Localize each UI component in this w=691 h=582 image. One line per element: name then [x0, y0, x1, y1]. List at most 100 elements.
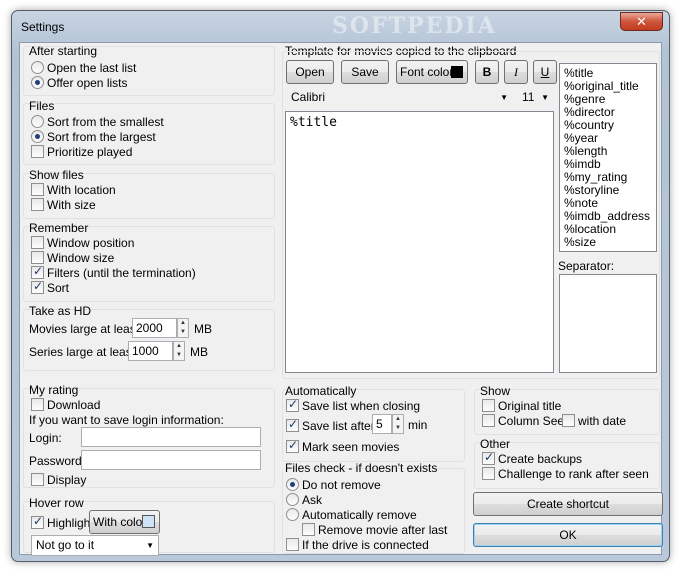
- with-location-option[interactable]: With location: [31, 182, 116, 197]
- open-last-list-option[interactable]: Open the last list: [31, 60, 136, 75]
- prioritize-played-option[interactable]: Prioritize played: [31, 144, 132, 159]
- sort-checkbox[interactable]: [31, 279, 44, 294]
- after-starting-title: After starting: [29, 44, 98, 58]
- save-after-spinner[interactable]: ▲ ▼: [392, 414, 404, 434]
- column-seen-checkbox[interactable]: [482, 414, 495, 427]
- spinner-up-icon[interactable]: ▲: [395, 416, 401, 422]
- sort-smallest-option[interactable]: Sort from the smallest: [31, 114, 164, 129]
- spinner-up-icon[interactable]: ▲: [180, 320, 186, 326]
- save-template-button[interactable]: Save: [341, 60, 389, 84]
- download-option[interactable]: Download: [31, 397, 100, 412]
- ask-radio[interactable]: [286, 493, 299, 506]
- with-date-option[interactable]: with date: [562, 413, 626, 428]
- font-name-select[interactable]: Calibri ▼: [286, 87, 513, 108]
- take-as-hd-title: Take as HD: [29, 304, 92, 318]
- spinner-up-icon[interactable]: ▲: [176, 343, 182, 349]
- close-button[interactable]: ✕: [620, 12, 663, 31]
- window-size-option[interactable]: Window size: [31, 250, 114, 265]
- highlight-label: Highlight: [47, 515, 94, 530]
- sort-option[interactable]: Sort: [31, 279, 69, 295]
- series-size-input[interactable]: 1000: [128, 341, 173, 361]
- filters-checkbox[interactable]: [31, 264, 44, 279]
- separator-input[interactable]: [559, 274, 657, 373]
- mark-seen-option[interactable]: Mark seen movies: [286, 438, 399, 454]
- chevron-down-icon: ▼: [541, 93, 549, 102]
- display-label: Display: [47, 472, 87, 487]
- save-after-input[interactable]: 5: [372, 414, 392, 434]
- bold-button[interactable]: B: [475, 60, 499, 84]
- title-bar[interactable]: Settings SOFTPEDIA ✕: [12, 11, 669, 41]
- save-after-option[interactable]: Save list after: [286, 417, 375, 433]
- auto-remove-option[interactable]: Automatically remove: [286, 507, 417, 522]
- with-date-checkbox[interactable]: [562, 414, 575, 427]
- spinner-down-icon[interactable]: ▼: [395, 425, 401, 431]
- do-not-remove-option[interactable]: Do not remove: [286, 477, 381, 492]
- tag-list-item[interactable]: %size: [560, 236, 656, 249]
- spinner-down-icon[interactable]: ▼: [176, 352, 182, 358]
- mark-seen-checkbox[interactable]: [286, 438, 299, 453]
- do-not-remove-radio[interactable]: [286, 478, 299, 491]
- sort-largest-option[interactable]: Sort from the largest: [31, 129, 156, 144]
- window-position-checkbox[interactable]: [31, 236, 44, 249]
- series-size-spinner[interactable]: ▲ ▼: [173, 341, 185, 361]
- remove-after-last-option[interactable]: Remove movie after last: [302, 522, 447, 537]
- auto-remove-radio[interactable]: [286, 508, 299, 521]
- display-checkbox[interactable]: [31, 473, 44, 486]
- movies-size-spinner[interactable]: ▲ ▼: [177, 318, 189, 338]
- sort-largest-radio[interactable]: [31, 130, 44, 143]
- create-backups-checkbox[interactable]: [482, 450, 495, 465]
- challenge-checkbox[interactable]: [482, 467, 495, 480]
- open-template-button[interactable]: Open: [286, 60, 334, 84]
- original-title-option[interactable]: Original title: [482, 398, 561, 413]
- open-last-list-radio[interactable]: [31, 61, 44, 74]
- password-input[interactable]: [81, 450, 261, 470]
- show-files-title: Show files: [29, 168, 84, 182]
- highlight-option[interactable]: Highlight: [31, 514, 94, 530]
- remove-after-last-checkbox[interactable]: [302, 523, 315, 536]
- download-checkbox[interactable]: [31, 398, 44, 411]
- template-editor[interactable]: %title: [285, 111, 554, 373]
- ask-label: Ask: [302, 492, 323, 507]
- filters-option[interactable]: Filters (until the termination): [31, 264, 196, 280]
- font-size-select[interactable]: 11 ▼: [517, 87, 554, 108]
- login-label: Login:: [29, 431, 62, 445]
- offer-open-lists-option[interactable]: Offer open lists: [31, 75, 127, 90]
- underline-button[interactable]: U: [533, 60, 557, 84]
- hover-action-select[interactable]: Not go to it ▼: [31, 535, 159, 556]
- close-icon: ✕: [636, 14, 647, 29]
- template-content: %title: [290, 115, 337, 130]
- with-size-option[interactable]: With size: [31, 197, 96, 212]
- with-size-checkbox[interactable]: [31, 198, 44, 211]
- prioritize-played-checkbox[interactable]: [31, 145, 44, 158]
- login-input[interactable]: [81, 427, 261, 447]
- with-location-checkbox[interactable]: [31, 183, 44, 196]
- tag-list[interactable]: %title %original_title %genre %director %cou…: [559, 63, 657, 252]
- save-on-close-option[interactable]: Save list when closing: [286, 397, 420, 413]
- save-after-checkbox[interactable]: [286, 417, 299, 432]
- original-title-checkbox[interactable]: [482, 399, 495, 412]
- display-option[interactable]: Display: [31, 472, 86, 487]
- create-backups-option[interactable]: Create backups: [482, 450, 582, 466]
- font-name-value: Calibri: [291, 90, 326, 104]
- italic-button[interactable]: I: [504, 60, 528, 84]
- remove-after-last-label: Remove movie after last: [318, 522, 448, 537]
- movies-size-input[interactable]: 2000: [132, 318, 177, 338]
- spinner-down-icon[interactable]: ▼: [180, 329, 186, 335]
- settings-window: Settings SOFTPEDIA ✕ After starting Open…: [11, 10, 670, 562]
- ok-button[interactable]: OK: [473, 523, 663, 547]
- with-color-button[interactable]: With color: [89, 510, 160, 534]
- column-seen-option[interactable]: Column Seen: [482, 413, 571, 428]
- create-shortcut-button[interactable]: Create shortcut: [473, 492, 663, 516]
- window-position-option[interactable]: Window position: [31, 235, 134, 250]
- my-rating-title: My rating: [29, 383, 79, 397]
- window-size-checkbox[interactable]: [31, 251, 44, 264]
- challenge-option[interactable]: Challenge to rank after seen: [482, 466, 649, 481]
- drive-connected-checkbox[interactable]: [286, 538, 299, 551]
- offer-open-lists-radio[interactable]: [31, 76, 44, 89]
- font-color-button[interactable]: Font color: [396, 60, 468, 84]
- sort-smallest-radio[interactable]: [31, 115, 44, 128]
- ask-option[interactable]: Ask: [286, 492, 322, 507]
- save-on-close-checkbox[interactable]: [286, 397, 299, 412]
- drive-connected-option[interactable]: If the drive is connected: [286, 537, 429, 552]
- highlight-checkbox[interactable]: [31, 514, 44, 529]
